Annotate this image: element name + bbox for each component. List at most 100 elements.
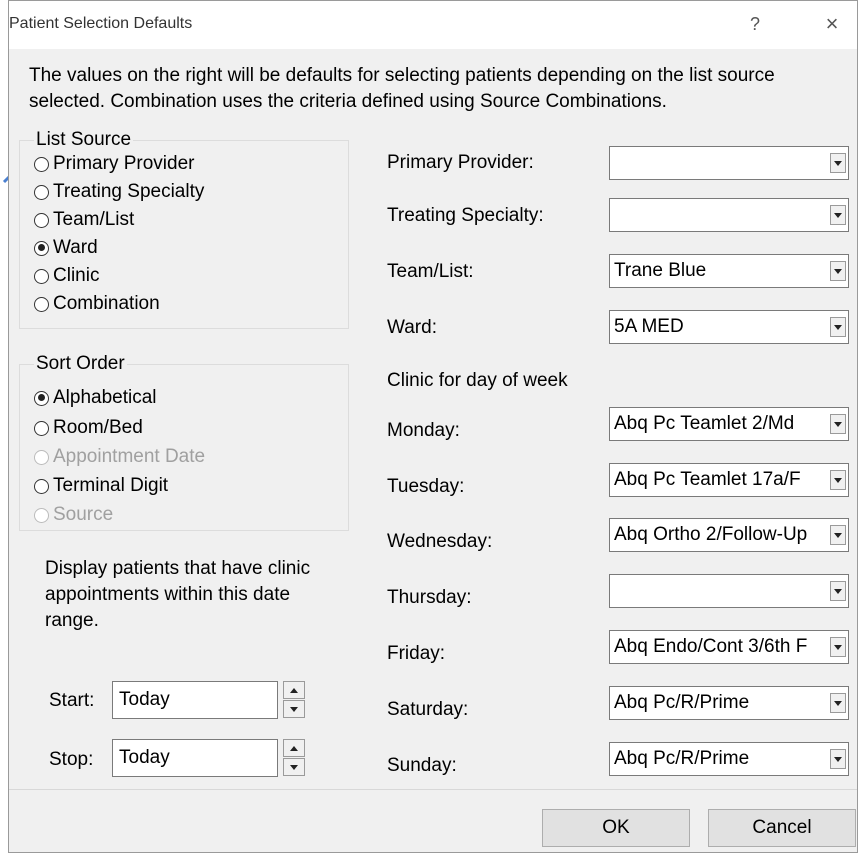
list-source-primary-provider[interactable]: Primary Provider [34,151,194,177]
radio-button[interactable] [34,212,49,228]
start-date-input[interactable]: Today [112,681,278,719]
monday-label: Monday: [387,420,460,441]
sunday-label: Sunday: [387,755,457,776]
wednesday-label: Wednesday: [387,531,493,552]
dropdown-button[interactable] [830,153,846,173]
start-label: Start: [49,690,95,711]
friday-label: Friday: [387,643,446,664]
radio-button-disabled [34,507,49,523]
chevron-down-icon [834,756,842,762]
arrow-up-icon [290,745,298,751]
description-text: The values on the right will be defaults… [29,65,775,112]
treating-specialty-label: Treating Specialty: [387,205,544,226]
dropdown-button[interactable] [830,261,846,281]
radio-button[interactable] [34,478,49,494]
cancel-button[interactable]: Cancel [708,809,856,847]
stop-label: Stop: [49,749,94,770]
saturday-select[interactable]: Abq Pc/R/Prime [609,686,849,720]
chevron-down-icon [834,160,842,166]
team-list-label: Team/List: [387,261,474,282]
friday-value: Abq Endo/Cont 3/6th F [614,636,808,657]
sunday-select[interactable]: Abq Pc/R/Prime [609,742,849,776]
radio-button-checked[interactable] [34,390,49,406]
saturday-value: Abq Pc/R/Prime [614,692,750,713]
sort-order-alphabetical[interactable]: Alphabetical [34,385,157,411]
primary-provider-select[interactable] [609,146,849,180]
radio-button[interactable] [34,296,49,312]
sort-order-legend: Sort Order [34,352,127,376]
spin-down-button[interactable] [283,700,305,718]
close-button[interactable]: × [817,11,847,37]
spin-up-button[interactable] [283,681,305,699]
dropdown-button[interactable] [830,525,846,545]
sort-order-terminal-digit[interactable]: Terminal Digit [34,473,168,499]
team-list-select[interactable]: Trane Blue [609,254,849,288]
list-source-group: List Source Primary Provider Treating Sp… [19,128,349,329]
chevron-down-icon [834,588,842,594]
sort-order-room-bed[interactable]: Room/Bed [34,415,143,441]
clinic-day-heading: Clinic for day of week [387,370,568,391]
chevron-down-icon [834,421,842,427]
tuesday-value: Abq Pc Teamlet 17a/F [614,469,801,490]
sort-order-appointment-date: Appointment Date [34,444,205,470]
dropdown-button[interactable] [830,693,846,713]
dropdown-button[interactable] [830,205,846,225]
list-source-combination[interactable]: Combination [34,291,160,317]
wednesday-value: Abq Ortho 2/Follow-Up [614,524,808,545]
sort-order-source: Source [34,502,113,528]
dropdown-button[interactable] [830,749,846,769]
radio-button[interactable] [34,184,49,200]
list-source-ward[interactable]: Ward [34,235,98,261]
list-source-treating-specialty[interactable]: Treating Specialty [34,179,204,205]
team-list-value: Trane Blue [614,260,707,281]
chevron-down-icon [834,477,842,483]
thursday-select[interactable] [609,574,849,608]
dropdown-button[interactable] [830,637,846,657]
list-source-clinic[interactable]: Clinic [34,263,99,289]
ok-button[interactable]: OK [542,809,690,847]
stop-date-input[interactable]: Today [112,739,278,777]
list-source-legend: List Source [34,128,134,152]
title-bar: Patient Selection Defaults ? × [9,1,857,49]
ward-label: Ward: [387,317,437,338]
radio-button[interactable] [34,420,49,436]
patient-selection-dialog: Patient Selection Defaults ? × The value… [8,0,858,853]
monday-value: Abq Pc Teamlet 2/Md [614,413,795,434]
sort-order-group: Sort Order Alphabetical Room/Bed Appoint… [19,352,349,531]
saturday-label: Saturday: [387,699,469,720]
spin-up-button[interactable] [283,739,305,757]
list-source-team-list[interactable]: Team/List [34,207,134,233]
monday-select[interactable]: Abq Pc Teamlet 2/Md [609,407,849,441]
ward-value: 5A MED [614,316,684,337]
spin-down-button[interactable] [283,758,305,776]
dropdown-button[interactable] [830,470,846,490]
wednesday-select[interactable]: Abq Ortho 2/Follow-Up [609,518,849,552]
dropdown-button[interactable] [830,317,846,337]
ward-select[interactable]: 5A MED [609,310,849,344]
chevron-down-icon [834,268,842,274]
arrow-up-icon [290,687,298,693]
radio-button-checked[interactable] [34,240,49,256]
stop-date-spinner [283,739,305,777]
help-button[interactable]: ? [743,11,767,37]
radio-button[interactable] [34,268,49,284]
tuesday-select[interactable]: Abq Pc Teamlet 17a/F [609,463,849,497]
arrow-down-icon [290,764,298,770]
chevron-down-icon [834,324,842,330]
date-range-text: Display patients that have clinic appoin… [45,558,311,631]
stop-date-value: Today [119,747,170,768]
tuesday-label: Tuesday: [387,476,465,497]
arrow-down-icon [290,706,298,712]
treating-specialty-select[interactable] [609,198,849,232]
thursday-label: Thursday: [387,587,472,608]
dropdown-button[interactable] [830,581,846,601]
chevron-down-icon [834,700,842,706]
friday-select[interactable]: Abq Endo/Cont 3/6th F [609,630,849,664]
chevron-down-icon [834,532,842,538]
radio-button-disabled [34,449,49,465]
dropdown-button[interactable] [830,414,846,434]
dialog-title: Patient Selection Defaults [9,15,193,32]
sunday-value: Abq Pc/R/Prime [614,748,750,769]
chevron-down-icon [834,212,842,218]
radio-button[interactable] [34,156,49,172]
